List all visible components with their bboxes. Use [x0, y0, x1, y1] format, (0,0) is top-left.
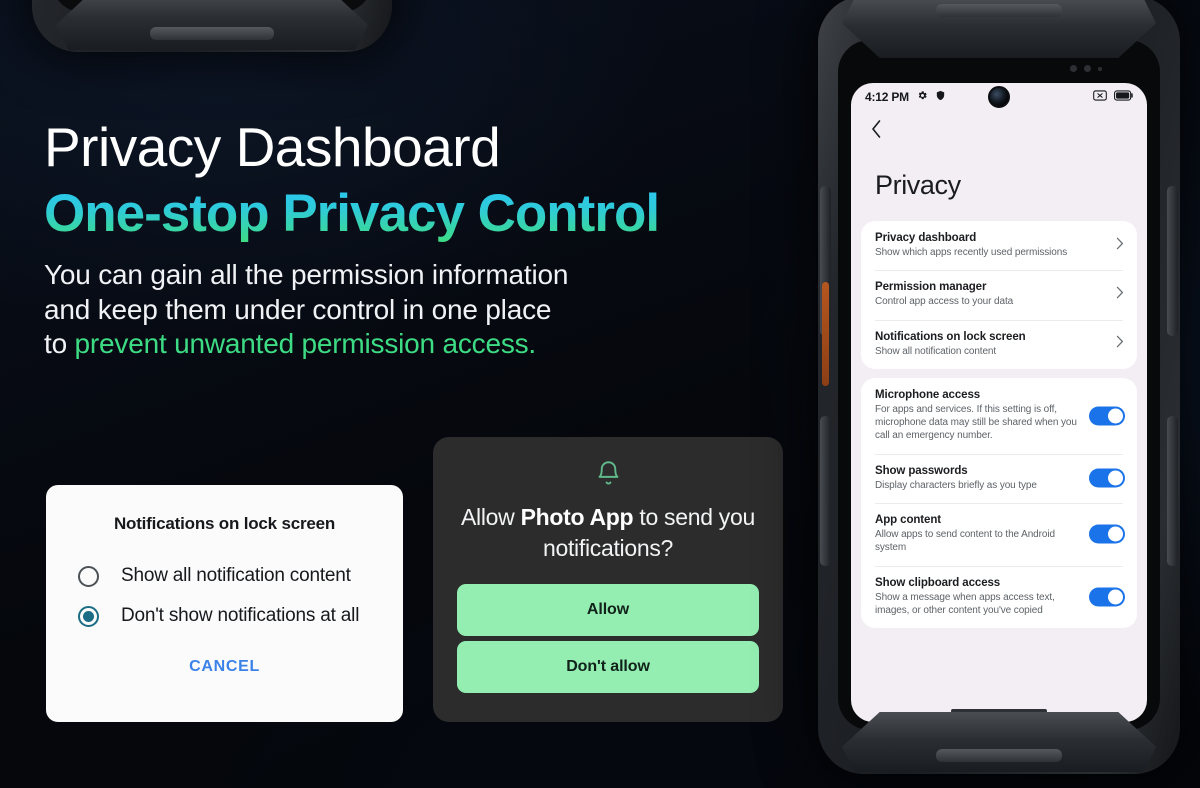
radio-option-label: Don't show notifications at all: [121, 605, 360, 626]
status-left-icons: [917, 88, 946, 106]
bottom-bumper: [56, 0, 368, 50]
hero-subhead: One-stop Privacy Control: [44, 186, 804, 242]
hero-copy: Privacy Dashboard One-stop Privacy Contr…: [44, 118, 804, 361]
settings-list: Privacy dashboard Show which apps recent…: [851, 221, 1147, 702]
list-item-subtitle: Allow apps to send content to the Androi…: [875, 529, 1055, 554]
hero-body: You can gain all the permission informat…: [44, 258, 804, 360]
notifications-lock-screen-dialog: Notifications on lock screen Show all no…: [46, 485, 403, 722]
toggle-show-passwords[interactable]: [1089, 468, 1125, 488]
screen-title: Privacy: [875, 170, 961, 200]
bumper-ridge: [936, 4, 1062, 17]
chevron-right-icon: [1116, 286, 1124, 304]
radio-button-unselected[interactable]: [78, 565, 99, 587]
hero-body-accent: prevent unwanted permission access.: [74, 327, 537, 359]
phone-screen: 4:12 PM Privacy Privacy dashboard Show w…: [851, 83, 1147, 722]
list-item-title: Microphone access: [875, 388, 981, 401]
hero-body-line-2: and keep them under control in one place: [44, 293, 552, 325]
list-item-permission-manager[interactable]: Permission manager Control app access to…: [861, 270, 1137, 319]
permission-buttons: Allow Don't allow: [457, 583, 759, 693]
rugged-phone: 4:12 PM Privacy Privacy dashboard Show w…: [818, 0, 1180, 774]
hero-body-line-1: You can gain all the permission informat…: [44, 259, 569, 291]
status-time: 4:12 PM: [865, 90, 909, 104]
radio-option-show-all[interactable]: Show all notification content: [46, 556, 403, 596]
status-right-icons: [1093, 88, 1133, 106]
battery-icon: [1114, 88, 1133, 106]
radio-option-label: Show all notification content: [121, 565, 351, 586]
toggle-microphone-access[interactable]: [1089, 406, 1125, 426]
sensor-array: [1070, 65, 1102, 72]
list-item-subtitle: Show all notification content: [875, 345, 997, 357]
bumper-ridge: [936, 749, 1062, 762]
radio-option-dont-show[interactable]: Don't show notifications at all: [46, 596, 403, 636]
side-grip-right-lower: [1167, 416, 1178, 566]
list-item-subtitle: Display characters briefly as you type: [875, 479, 1037, 491]
list-item-microphone-access[interactable]: Microphone access For apps and services.…: [861, 378, 1137, 454]
side-grip-right: [1167, 186, 1178, 336]
permission-question: Allow Photo App to send you notification…: [457, 502, 759, 564]
hero-body-line-3-prefix: to: [44, 327, 75, 359]
list-item-title: Show clipboard access: [875, 576, 1001, 589]
cancel-button[interactable]: CANCEL: [46, 658, 403, 676]
status-bar: 4:12 PM: [851, 83, 1147, 111]
list-item-title: App content: [875, 514, 941, 527]
list-item-show-passwords[interactable]: Show passwords Display characters briefl…: [861, 453, 1137, 503]
partial-phone-decoration: [32, 0, 392, 52]
back-chevron-icon[interactable]: [851, 111, 1147, 144]
list-item-show-clipboard-access[interactable]: Show clipboard access Show a message whe…: [861, 565, 1137, 629]
list-item-title: Privacy dashboard: [875, 232, 977, 244]
toggles-card: Microphone access For apps and services.…: [861, 377, 1137, 629]
allow-button[interactable]: Allow: [457, 583, 759, 636]
dialog-title: Notifications on lock screen: [113, 514, 336, 533]
chevron-right-icon: [1116, 237, 1124, 255]
side-grip-left-lower: [820, 416, 831, 566]
list-item-title: Permission manager: [875, 281, 987, 294]
list-item-notifications-on-lock-screen[interactable]: Notifications on lock screen Show all no…: [861, 319, 1137, 369]
bumper-ridge: [149, 27, 275, 40]
list-item-subtitle: Control app access to your data: [875, 296, 1014, 308]
navigation-card: Privacy dashboard Show which apps recent…: [861, 221, 1137, 369]
chevron-right-icon: [1116, 335, 1124, 353]
toggle-app-content[interactable]: [1089, 524, 1125, 544]
shield-icon: [935, 88, 946, 106]
phone-glass: 4:12 PM Privacy Privacy dashboard Show w…: [838, 40, 1160, 730]
bottom-bumper: [842, 712, 1156, 772]
list-item-subtitle: For apps and services. If this setting i…: [875, 403, 1077, 442]
list-item-subtitle: Show which apps recently used permission…: [875, 247, 1068, 258]
top-bumper: [842, 0, 1156, 58]
radio-button-selected[interactable]: [78, 605, 99, 627]
list-item-privacy-dashboard[interactable]: Privacy dashboard Show which apps recent…: [861, 221, 1137, 270]
radio-group: Show all notification content Don't show…: [46, 556, 403, 636]
front-camera-icon: [988, 86, 1010, 108]
list-item-title: Notifications on lock screen: [875, 330, 1026, 343]
toggle-show-clipboard-access[interactable]: [1089, 587, 1125, 607]
list-item-title: Show passwords: [875, 464, 968, 477]
no-sim-icon: [1093, 88, 1107, 106]
list-item-app-content[interactable]: App content Allow apps to send content t…: [861, 503, 1137, 566]
list-item-subtitle: Show a message when apps access text, im…: [875, 591, 1055, 616]
gear-icon: [917, 88, 928, 106]
question-prefix: Allow: [461, 504, 521, 530]
app-name: Photo App: [520, 504, 634, 530]
notification-permission-dialog: Allow Photo App to send you notification…: [433, 437, 783, 722]
page-title: Privacy Dashboard: [44, 116, 501, 178]
dont-allow-button[interactable]: Don't allow: [457, 640, 759, 693]
hero-body-line-3: to prevent unwanted permission access.: [44, 327, 804, 361]
bell-icon: [457, 459, 759, 488]
side-button[interactable]: [822, 282, 829, 386]
